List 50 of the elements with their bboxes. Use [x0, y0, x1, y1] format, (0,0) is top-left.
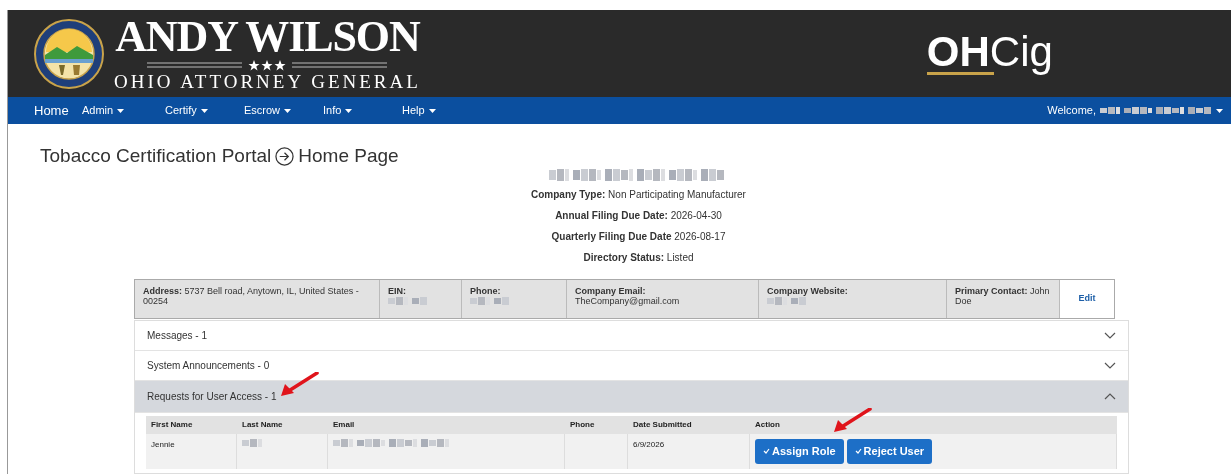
nav-item[interactable]: Home: [34, 100, 82, 121]
check-icon: [854, 448, 862, 454]
info-cell: EIN:: [380, 279, 462, 318]
company-detail: Quarterly Filing Due Date 2026-08-17: [551, 229, 726, 244]
brand-subtitle: OHIO ATTORNEY GENERAL: [114, 70, 421, 93]
page-title: Tobacco Certification Portal: [40, 144, 272, 168]
stars-icon: [147, 58, 388, 71]
info-cell: Company Email: TheCompany@gmail.com: [567, 279, 759, 318]
company-detail: Directory Status: Listed: [583, 250, 694, 265]
seal-logo: [34, 18, 104, 89]
arrow-circle-icon: [275, 146, 295, 166]
nav-item[interactable]: Help: [402, 102, 481, 119]
column-header: First Name: [150, 418, 194, 431]
blurred-text: [767, 297, 807, 306]
action-button[interactable]: Reject User: [846, 438, 933, 464]
column-header: Phone: [569, 418, 596, 431]
nav-item[interactable]: Escrow: [244, 102, 323, 119]
check-icon: [763, 448, 770, 454]
welcome-text: Welcome,: [1047, 103, 1096, 119]
caret-icon: [200, 108, 208, 113]
caret-icon: [1216, 108, 1223, 113]
action-button[interactable]: Assign Role: [755, 438, 844, 464]
edit-button[interactable]: Edit: [1060, 279, 1114, 318]
brand-name: ANDY WILSON: [115, 14, 420, 59]
table-cell: 6/9/2026: [633, 438, 665, 451]
info-cell: Address: 5737 Bell road, Anytown, IL, United States - 00254: [135, 279, 380, 318]
blurred-text: [470, 297, 510, 306]
app-logo: OHCig: [926, 32, 1053, 75]
caret-icon: [428, 108, 436, 113]
column-header: Date Submitted: [632, 418, 693, 431]
info-cell: Phone:: [462, 279, 567, 318]
caret-icon: [345, 108, 353, 113]
caret-icon: [117, 108, 125, 113]
chevron-up-icon: [1104, 392, 1116, 400]
page-subtitle: Home Page: [298, 144, 399, 168]
blurred-text: [388, 297, 428, 306]
info-cell: Company Website:: [759, 279, 947, 318]
caret-icon: [284, 108, 292, 113]
accordion-header[interactable]: Requests for User Access - 1: [135, 380, 1128, 413]
table-cell: Jennie: [151, 438, 175, 451]
column-header: Email: [332, 418, 356, 431]
column-header: Action: [754, 418, 781, 431]
column-header: Last Name: [241, 418, 284, 431]
nav-item[interactable]: Admin: [82, 102, 165, 119]
company-detail: Annual Filing Due Date: 2026-04-30: [555, 208, 722, 223]
nav-item[interactable]: Certify: [165, 102, 244, 119]
company-detail: Company Type: Non Participating Manufacturer: [531, 187, 746, 202]
nav-item[interactable]: Info: [323, 102, 402, 119]
chevron-down-icon: [1104, 331, 1116, 339]
chevron-down-icon: [1104, 361, 1116, 369]
